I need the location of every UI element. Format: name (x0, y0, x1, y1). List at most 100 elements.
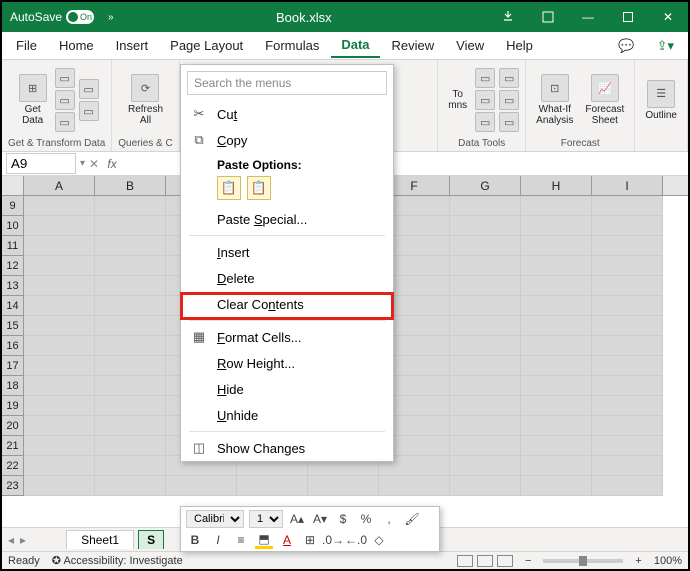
menu-clear-contents[interactable]: Clear Contents (181, 291, 393, 317)
cell[interactable] (592, 256, 663, 276)
comma-icon[interactable]: , (380, 510, 398, 528)
cell[interactable] (450, 376, 521, 396)
cell[interactable] (521, 296, 592, 316)
row-header[interactable]: 11 (2, 236, 24, 256)
cell[interactable] (95, 236, 166, 256)
sheet-nav-prev-icon[interactable]: ◂ (2, 533, 20, 547)
borders-icon[interactable]: ⊞ (301, 531, 319, 549)
menu-copy[interactable]: ⧉Copy (181, 127, 393, 153)
row-header[interactable]: 9 (2, 196, 24, 216)
col-header[interactable]: H (521, 176, 592, 195)
cell[interactable] (450, 416, 521, 436)
fx-icon[interactable]: fx (103, 157, 121, 171)
cancel-formula-icon[interactable]: ✕ (85, 157, 103, 171)
tab-page-layout[interactable]: Page Layout (160, 34, 253, 57)
cell[interactable] (521, 356, 592, 376)
comments-icon[interactable]: 💬 (608, 34, 644, 58)
cell[interactable] (308, 476, 379, 496)
cell[interactable] (24, 456, 95, 476)
consolidate-icon[interactable]: ▭ (499, 68, 519, 88)
cell[interactable] (521, 416, 592, 436)
forecast-sheet-button[interactable]: 📈 Forecast Sheet (581, 72, 628, 128)
cell[interactable] (24, 356, 95, 376)
flash-fill-icon[interactable]: ▭ (475, 68, 495, 88)
cell[interactable] (24, 436, 95, 456)
row-header[interactable]: 15 (2, 316, 24, 336)
cell[interactable] (95, 436, 166, 456)
cell[interactable] (24, 336, 95, 356)
cell[interactable] (24, 416, 95, 436)
format-painter-icon[interactable]: 🖌 (403, 510, 421, 528)
menu-hide[interactable]: Hide (181, 376, 393, 402)
cell[interactable] (592, 476, 663, 496)
tab-insert[interactable]: Insert (106, 34, 159, 57)
cell[interactable] (592, 236, 663, 256)
cell[interactable] (592, 276, 663, 296)
cell[interactable] (24, 316, 95, 336)
toggle-icon[interactable]: On (66, 10, 94, 24)
cell[interactable] (521, 216, 592, 236)
ribbon-display-icon[interactable] (528, 2, 568, 32)
cell[interactable] (95, 276, 166, 296)
cell[interactable] (592, 336, 663, 356)
cell[interactable] (237, 476, 308, 496)
cell[interactable] (24, 476, 95, 496)
normal-view-icon[interactable] (457, 555, 473, 567)
cell[interactable] (450, 276, 521, 296)
font-select[interactable]: Calibri (186, 510, 244, 528)
page-break-view-icon[interactable] (497, 555, 513, 567)
menu-format-cells[interactable]: ▦Format Cells... (181, 324, 393, 350)
row-header[interactable]: 18 (2, 376, 24, 396)
paste-icon[interactable]: 📋 (217, 176, 241, 200)
cell[interactable] (521, 236, 592, 256)
mic-icon[interactable] (488, 2, 528, 32)
cell[interactable] (95, 316, 166, 336)
cell[interactable] (95, 476, 166, 496)
outline-button[interactable]: ☰ Outline (641, 78, 681, 123)
row-header[interactable]: 16 (2, 336, 24, 356)
row-header[interactable]: 10 (2, 216, 24, 236)
cell[interactable] (95, 376, 166, 396)
cell[interactable] (521, 316, 592, 336)
row-header[interactable]: 21 (2, 436, 24, 456)
cell[interactable] (450, 336, 521, 356)
col-header[interactable]: A (24, 176, 95, 195)
cell[interactable] (450, 296, 521, 316)
tab-formulas[interactable]: Formulas (255, 34, 329, 57)
sheet-nav-next-icon[interactable]: ▸ (20, 533, 26, 547)
from-table-icon[interactable]: ▭ (55, 112, 75, 132)
tab-help[interactable]: Help (496, 34, 543, 57)
cell[interactable] (450, 216, 521, 236)
row-header[interactable]: 23 (2, 476, 24, 496)
cell[interactable] (450, 456, 521, 476)
view-mode-icons[interactable] (457, 555, 513, 567)
maximize-button[interactable] (608, 2, 648, 32)
paste-values-icon[interactable]: 📋 (247, 176, 271, 200)
clear-format-icon[interactable]: ◇ (370, 531, 388, 549)
page-layout-view-icon[interactable] (477, 555, 493, 567)
cell[interactable] (592, 396, 663, 416)
decrease-decimal-icon[interactable]: .0→ (324, 531, 342, 549)
relationships-icon[interactable]: ▭ (499, 90, 519, 110)
menu-unhide[interactable]: Unhide (181, 402, 393, 428)
zoom-in-icon[interactable]: + (635, 555, 641, 567)
cell[interactable] (592, 296, 663, 316)
cell[interactable] (24, 396, 95, 416)
zoom-slider[interactable] (543, 559, 623, 563)
cell[interactable] (24, 276, 95, 296)
accessibility-status[interactable]: ✪ Accessibility: Investigate (52, 554, 183, 567)
what-if-button[interactable]: ⊡ What-If Analysis (532, 72, 577, 128)
cell[interactable] (592, 356, 663, 376)
zoom-level[interactable]: 100% (654, 555, 682, 567)
cell[interactable] (450, 236, 521, 256)
cell[interactable] (450, 256, 521, 276)
recent-sources-icon[interactable]: ▭ (79, 79, 99, 99)
menu-delete[interactable]: Delete (181, 265, 393, 291)
italic-icon[interactable]: I (209, 531, 227, 549)
minimize-button[interactable]: — (568, 2, 608, 32)
font-size-select[interactable]: 11 (249, 510, 283, 528)
cell[interactable] (592, 196, 663, 216)
row-header[interactable]: 13 (2, 276, 24, 296)
row-header[interactable]: 14 (2, 296, 24, 316)
cell[interactable] (521, 436, 592, 456)
